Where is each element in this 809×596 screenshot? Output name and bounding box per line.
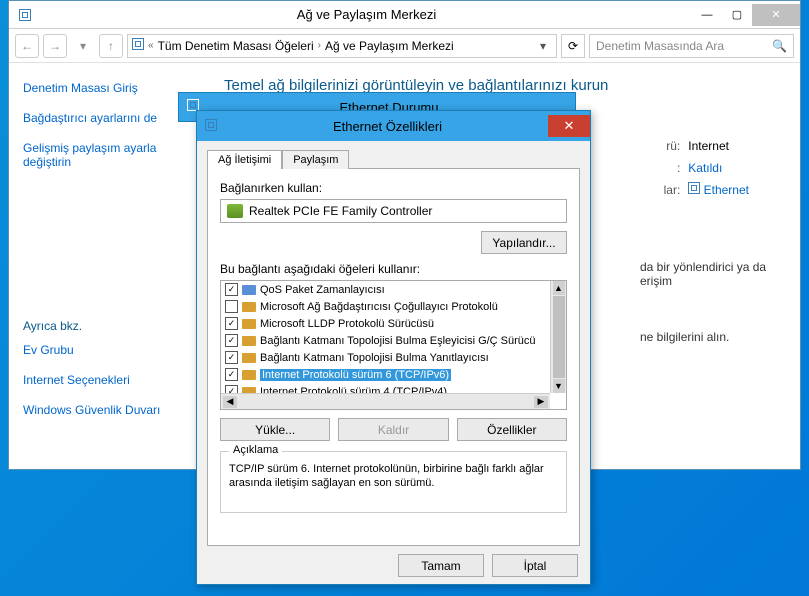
item-label: Microsoft Ağ Bağdaştırıcısı Çoğullayıcı … [260, 301, 498, 313]
checkbox[interactable] [225, 300, 238, 313]
network-icon [15, 5, 35, 25]
close-button[interactable]: ✕ [752, 4, 800, 26]
list-item[interactable]: Microsoft Ağ Bağdaştırıcısı Çoğullayıcı … [221, 298, 550, 315]
scroll-right-icon[interactable]: ▶ [534, 396, 548, 408]
list-item[interactable]: ✓ Microsoft LLDP Protokolü Sürücüsü [221, 315, 550, 332]
checkbox[interactable]: ✓ [225, 368, 238, 381]
breadcrumb-overflow[interactable]: « [148, 40, 154, 51]
refresh-button[interactable]: ⟳ [561, 34, 585, 58]
forward-button[interactable]: → [43, 34, 67, 58]
properties-button[interactable]: Özellikler [457, 418, 567, 441]
dialog-title: Ethernet Özellikleri [227, 119, 548, 134]
horizontal-scrollbar[interactable]: ◀▶ [221, 393, 550, 409]
search-input[interactable]: Denetim Masasında Ara 🔍 [589, 34, 794, 58]
checkbox[interactable]: ✓ [225, 334, 238, 347]
dialog-footer: Tamam İptal [197, 554, 590, 587]
checkbox[interactable]: ✓ [225, 317, 238, 330]
chevron-right-icon: › [318, 40, 321, 51]
tab-networking[interactable]: Ağ İletişimi [207, 150, 282, 169]
item-label: Internet Protokolü sürüm 4 (TCP/IPv4) [260, 386, 447, 394]
tab-sharing[interactable]: Paylaşım [282, 150, 349, 169]
items-label: Bu bağlantı aşağıdaki öğeleri kullanır: [220, 262, 567, 276]
close-button[interactable]: ✕ [548, 115, 590, 137]
protocol-icon [242, 319, 256, 329]
breadcrumb-seg2[interactable]: Ağ ve Paylaşım Merkezi [325, 39, 454, 53]
firewall-link[interactable]: Windows Güvenlik Duvarı [23, 403, 190, 417]
sidebar: Denetim Masası Giriş Bağdaştırıcı ayarla… [9, 63, 204, 469]
adapter-icon [227, 204, 243, 218]
checkbox[interactable]: ✓ [225, 283, 238, 296]
see-also-heading: Ayrıca bkz. [23, 319, 190, 333]
window-controls: — ▢ ✕ [692, 4, 800, 26]
item-label: QoS Paket Zamanlayıcısı [260, 284, 385, 296]
sidebar-home-link[interactable]: Denetim Masası Giriş [23, 81, 190, 95]
ethernet-icon [688, 183, 700, 197]
network-info: rü:Internet :Katıldı lar: Ethernet [650, 135, 749, 201]
scroll-down-icon[interactable]: ▼ [553, 379, 565, 393]
homegroup-link[interactable]: Ev Grubu [23, 343, 190, 357]
chevron-down-icon[interactable]: ▾ [534, 39, 552, 53]
sidebar-adapter-link[interactable]: Bağdaştırıcı ayarlarını de [23, 111, 190, 125]
item-label: Microsoft LLDP Protokolü Sürücüsü [260, 318, 434, 330]
item-label: Internet Protokolü sürüm 6 (TCP/IPv6) [260, 369, 451, 381]
sidebar-sharing-link[interactable]: Gelişmiş paylaşım ayarla değiştirin [23, 141, 190, 169]
dialog-titlebar: Ethernet Özellikleri ✕ [197, 111, 590, 141]
network-icon [132, 38, 144, 53]
checkbox[interactable]: ✓ [225, 351, 238, 364]
cancel-button[interactable]: İptal [492, 554, 578, 577]
minimize-button[interactable]: — [692, 4, 722, 26]
maximize-button[interactable]: ▢ [722, 4, 752, 26]
protocol-icon [242, 370, 256, 380]
main-title: Ağ ve Paylaşım Merkezi [41, 7, 692, 22]
protocol-icon [242, 336, 256, 346]
access-type-value: Internet [688, 139, 729, 153]
protocol-icon [242, 353, 256, 363]
vertical-scrollbar[interactable]: ▲▼ [550, 281, 566, 393]
adapter-name: Realtek PCIe FE Family Controller [249, 204, 432, 218]
search-icon: 🔍 [772, 39, 787, 53]
breadcrumb[interactable]: « Tüm Denetim Masası Öğeleri › Ağ ve Pay… [127, 34, 557, 58]
list-item[interactable]: ✓ Internet Protokolü sürüm 6 (TCP/IPv6) [221, 366, 550, 383]
items-listbox[interactable]: ✓ QoS Paket Zamanlayıcısı Microsoft Ağ Bağ… [220, 280, 567, 410]
scheduler-icon [242, 285, 256, 295]
scroll-thumb[interactable] [553, 296, 565, 378]
breadcrumb-seg1[interactable]: Tüm Denetim Masası Öğeleri [158, 39, 314, 53]
body-text-b: ne bilgilerini alın. [640, 330, 809, 344]
list-item[interactable]: ✓ Bağlantı Katmanı Topolojisi Bulma Yanıt… [221, 349, 550, 366]
body-text-a: da bir yönlendirici ya da erişim [640, 260, 790, 288]
ethernet-properties-dialog: Ethernet Özellikleri ✕ Ağ İletişimi Payl… [196, 110, 591, 585]
checkbox[interactable]: ✓ [225, 385, 238, 393]
uninstall-button: Kaldır [338, 418, 448, 441]
scroll-up-icon[interactable]: ▲ [553, 281, 565, 295]
ethernet-icon [205, 119, 219, 133]
homegroup-value[interactable]: Katıldı [688, 161, 722, 175]
up-button[interactable]: ↑ [99, 34, 123, 58]
tabs: Ağ İletişimi Paylaşım [207, 150, 580, 169]
main-titlebar: Ağ ve Paylaşım Merkezi — ▢ ✕ [9, 1, 800, 29]
connect-using-label: Bağlanırken kullan: [220, 181, 567, 195]
adapter-field[interactable]: Realtek PCIe FE Family Controller [220, 199, 567, 223]
description-text: TCP/IP sürüm 6. Internet protokolünün, b… [229, 462, 558, 490]
item-label: Bağlantı Katmanı Topolojisi Bulma Eşleyi… [260, 335, 536, 347]
configure-button[interactable]: Yapılandır... [481, 231, 567, 254]
internet-options-link[interactable]: Internet Seçenekleri [23, 373, 190, 387]
list-item[interactable]: ✓ QoS Paket Zamanlayıcısı [221, 281, 550, 298]
scroll-left-icon[interactable]: ◀ [223, 396, 237, 408]
search-placeholder: Denetim Masasında Ara [596, 39, 724, 53]
connection-link[interactable]: Ethernet [704, 183, 749, 197]
back-button[interactable]: ← [15, 34, 39, 58]
list-item[interactable]: ✓ Internet Protokolü sürüm 4 (TCP/IPv4) [221, 383, 550, 393]
install-button[interactable]: Yükle... [220, 418, 330, 441]
tab-panel: Bağlanırken kullan: Realtek PCIe FE Fami… [207, 168, 580, 546]
list-item[interactable]: ✓ Bağlantı Katmanı Topolojisi Bulma Eşley… [221, 332, 550, 349]
protocol-icon [242, 302, 256, 312]
recent-button[interactable]: ▾ [71, 34, 95, 58]
description-legend: Açıklama [229, 444, 282, 456]
ok-button[interactable]: Tamam [398, 554, 484, 577]
item-label: Bağlantı Katmanı Topolojisi Bulma Yanıtl… [260, 352, 489, 364]
description-group: Açıklama TCP/IP sürüm 6. Internet protok… [220, 451, 567, 513]
toolbar: ← → ▾ ↑ « Tüm Denetim Masası Öğeleri › A… [9, 29, 800, 63]
